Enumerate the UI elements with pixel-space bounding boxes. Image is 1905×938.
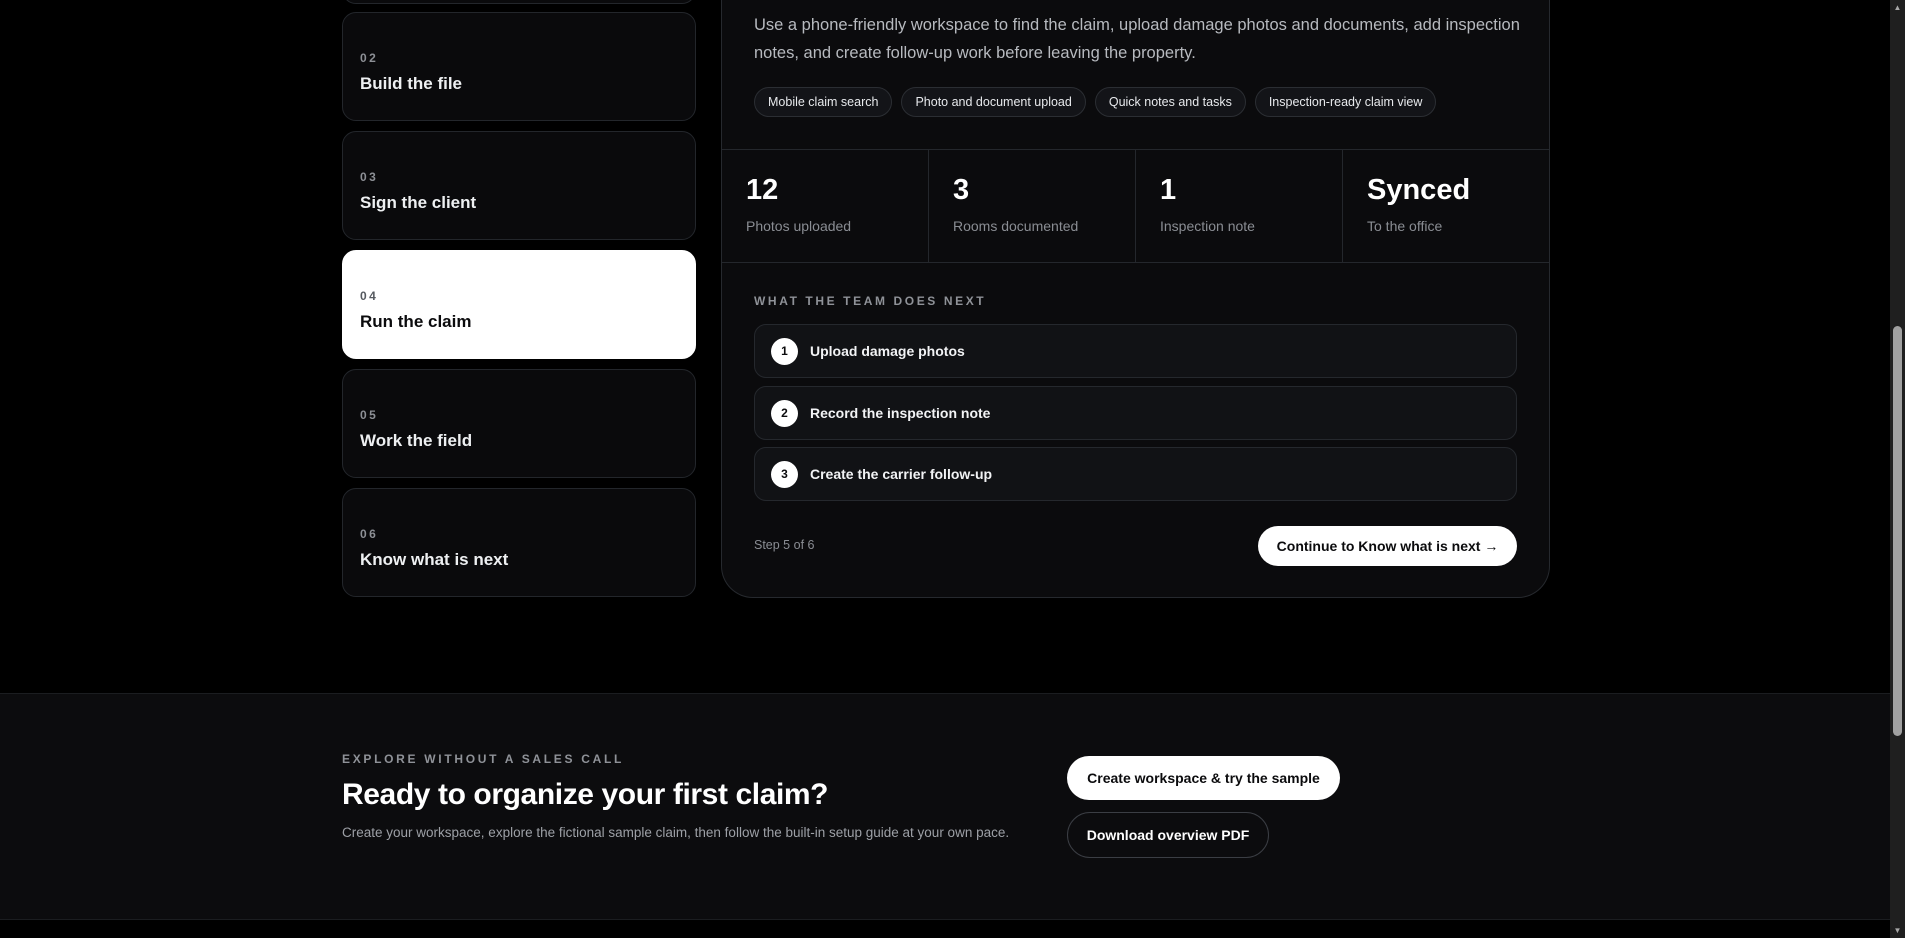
step-title: Work the field xyxy=(360,431,473,450)
task-label: Record the inspection note xyxy=(810,405,991,421)
cta-section: EXPLORE WITHOUT A SALES CALL Ready to or… xyxy=(0,693,1890,920)
step-title: Sign the client xyxy=(360,193,477,212)
step-card-build-the-file[interactable]: 02 Build the file xyxy=(342,12,696,121)
stat-label: To the office xyxy=(1367,218,1443,234)
page-scrollbar[interactable]: ▲ ▼ xyxy=(1890,0,1905,938)
step-title: Build the file xyxy=(360,74,462,93)
step-card-know-what-is-next[interactable]: 06 Know what is next xyxy=(342,488,696,597)
scroll-down-arrow-icon[interactable]: ▼ xyxy=(1890,923,1905,938)
stat-value: 1 xyxy=(1160,174,1177,206)
task-number-badge: 3 xyxy=(771,461,798,488)
step-number: 03 xyxy=(360,170,379,184)
step-number: 05 xyxy=(360,408,379,422)
task-label: Create the carrier follow-up xyxy=(810,466,993,482)
stat-photos-uploaded: 12 Photos uploaded xyxy=(722,150,929,262)
cta-eyebrow: EXPLORE WITHOUT A SALES CALL xyxy=(342,752,625,766)
step-detail-panel: Use a phone-friendly workspace to find t… xyxy=(721,0,1550,598)
step-card-run-the-claim[interactable]: 04 Run the claim xyxy=(342,250,696,359)
task-item-upload-photos[interactable]: 1 Upload damage photos xyxy=(754,324,1517,378)
step-card-sign-the-client[interactable]: 03 Sign the client xyxy=(342,131,696,240)
stat-label: Rooms documented xyxy=(953,218,1079,234)
stat-label: Inspection note xyxy=(1160,218,1255,234)
stats-row: 12 Photos uploaded 3 Rooms documented 1 … xyxy=(722,149,1549,263)
create-workspace-button[interactable]: Create workspace & try the sample xyxy=(1067,756,1340,800)
step-title: Know what is next xyxy=(360,550,509,569)
feature-tag: Quick notes and tasks xyxy=(1094,87,1246,117)
cta-subtext: Create your workspace, explore the ficti… xyxy=(342,825,1010,840)
feature-tags: Mobile claim search Photo and document u… xyxy=(754,87,1437,117)
scrollbar-thumb[interactable] xyxy=(1893,326,1902,736)
stat-rooms-documented: 3 Rooms documented xyxy=(929,150,1136,262)
step-counter: Step 5 of 6 xyxy=(754,538,815,552)
stat-label: Photos uploaded xyxy=(746,218,852,234)
step-number: 04 xyxy=(360,289,379,303)
task-number-badge: 2 xyxy=(771,400,798,427)
panel-description: Use a phone-friendly workspace to find t… xyxy=(754,16,1520,62)
step-card-01-partial[interactable] xyxy=(342,0,696,4)
step-card-work-the-field[interactable]: 05 Work the field xyxy=(342,369,696,478)
task-label: Upload damage photos xyxy=(810,343,965,359)
stat-value: 12 xyxy=(746,174,779,206)
stat-value: 3 xyxy=(953,174,970,206)
section-heading: WHAT THE TEAM DOES NEXT xyxy=(754,294,987,308)
task-item-carrier-follow-up[interactable]: 3 Create the carrier follow-up xyxy=(754,447,1517,501)
stat-inspection-note: 1 Inspection note xyxy=(1136,150,1343,262)
step-number: 06 xyxy=(360,527,379,541)
stat-value: Synced xyxy=(1367,174,1471,206)
download-pdf-button[interactable]: Download overview PDF xyxy=(1067,812,1269,858)
step-title: Run the claim xyxy=(360,312,472,331)
task-number-badge: 1 xyxy=(771,338,798,365)
page-viewport: 02 Build the file 03 Sign the client 04 … xyxy=(0,0,1890,938)
step-number: 02 xyxy=(360,51,379,65)
continue-button[interactable]: Continue to Know what is next → xyxy=(1258,526,1517,566)
feature-tag: Mobile claim search xyxy=(754,87,893,117)
scroll-up-arrow-icon[interactable]: ▲ xyxy=(1890,0,1905,15)
task-item-record-note[interactable]: 2 Record the inspection note xyxy=(754,386,1517,440)
feature-tag: Inspection-ready claim view xyxy=(1254,87,1437,117)
cta-headline: Ready to organize your first claim? xyxy=(342,778,829,811)
feature-tag: Photo and document upload xyxy=(901,87,1086,117)
stat-sync-status: Synced To the office xyxy=(1343,150,1549,262)
